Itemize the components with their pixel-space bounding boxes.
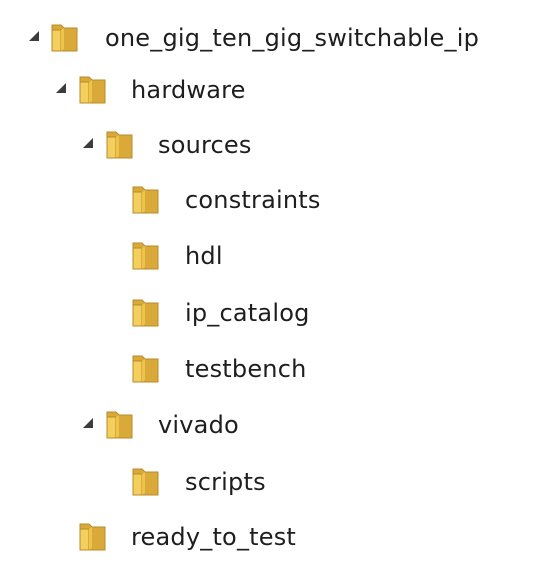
tree-item-label: sources xyxy=(158,131,252,159)
tree-item-vivado[interactable]: vivado xyxy=(0,401,537,449)
tree-item-hdl[interactable]: hdl xyxy=(0,232,537,280)
tree-item-ip-catalog[interactable]: ip_catalog xyxy=(0,289,537,337)
expanded-arrow-icon[interactable] xyxy=(29,31,39,41)
folder-icon xyxy=(132,355,159,383)
tree-item-label: hardware xyxy=(131,76,246,104)
tree-item-ready-to-test[interactable]: ready_to_test xyxy=(0,513,537,561)
folder-icon xyxy=(132,242,159,270)
tree-item-label: scripts xyxy=(185,468,266,496)
folder-icon xyxy=(79,76,106,104)
tree-item-label: ready_to_test xyxy=(131,523,297,551)
tree-item-sources[interactable]: sources xyxy=(0,121,537,169)
folder-tree: one_gig_ten_gig_switchable_ip hardware s… xyxy=(0,0,537,562)
folder-icon xyxy=(106,411,133,439)
tree-item-label: hdl xyxy=(185,242,223,270)
folder-icon xyxy=(51,24,78,52)
tree-item-one-gig-ten-gig-switchable-ip[interactable]: one_gig_ten_gig_switchable_ip xyxy=(0,14,537,62)
tree-item-label: testbench xyxy=(185,355,307,383)
folder-icon xyxy=(132,299,159,327)
tree-item-label: constraints xyxy=(185,186,321,214)
expanded-arrow-icon[interactable] xyxy=(56,83,66,93)
folder-icon xyxy=(79,523,106,551)
tree-item-label: vivado xyxy=(158,411,239,439)
tree-item-scripts[interactable]: scripts xyxy=(0,458,537,506)
tree-item-hardware[interactable]: hardware xyxy=(0,66,537,114)
tree-item-constraints[interactable]: constraints xyxy=(0,176,537,224)
tree-item-label: ip_catalog xyxy=(185,299,310,327)
tree-item-label: one_gig_ten_gig_switchable_ip xyxy=(105,24,480,52)
folder-icon xyxy=(132,468,159,496)
tree-item-testbench[interactable]: testbench xyxy=(0,345,537,393)
expanded-arrow-icon[interactable] xyxy=(83,138,93,148)
folder-icon xyxy=(132,186,159,214)
folder-icon xyxy=(106,131,133,159)
expanded-arrow-icon[interactable] xyxy=(83,418,93,428)
